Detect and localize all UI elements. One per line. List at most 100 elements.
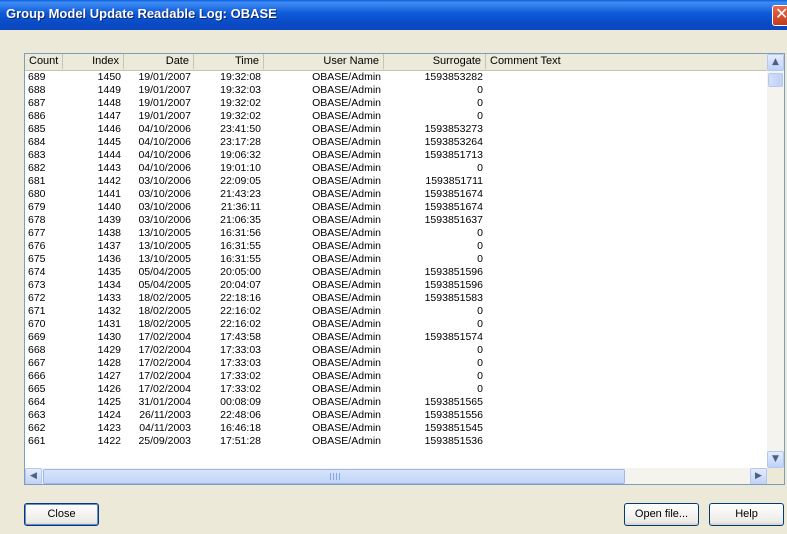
table-row[interactable]: 685 1446 04/10/2006 23:41:50 OBASE/Admin 1593… — [25, 123, 767, 136]
cell-surrogate: 0 — [477, 305, 483, 317]
cell-date: 17/02/2004 — [138, 357, 191, 369]
close-button[interactable]: Close — [24, 503, 99, 526]
cell-user-name: OBASE/Admin — [312, 71, 381, 83]
log-table[interactable]: Count Index Date Time User Name Surrogat… — [24, 53, 785, 485]
table-row[interactable]: 686 1447 19/01/2007 19:32:02 OBASE/Admin 0 — [25, 110, 767, 123]
cell-count: 676 — [28, 240, 46, 252]
cell-date: 13/10/2005 — [138, 240, 191, 252]
open-file-button[interactable]: Open file... — [624, 503, 699, 526]
cell-index: 1436 — [97, 253, 121, 265]
vertical-scroll-thumb[interactable] — [768, 73, 783, 87]
cell-date: 17/02/2004 — [138, 344, 191, 356]
vertical-scrollbar[interactable]: ▲ ▼ — [767, 54, 784, 468]
cell-index: 1444 — [97, 149, 121, 161]
table-row[interactable]: 666 1427 17/02/2004 17:33:02 OBASE/Admin 0 — [25, 370, 767, 383]
cell-time: 17:33:02 — [220, 370, 261, 382]
cell-count: 672 — [28, 292, 46, 304]
cell-user-name: OBASE/Admin — [312, 123, 381, 135]
cell-user-name: OBASE/Admin — [312, 409, 381, 421]
table-row[interactable]: 681 1442 03/10/2006 22:09:05 OBASE/Admin 1593… — [25, 175, 767, 188]
table-row[interactable]: 687 1448 19/01/2007 19:32:02 OBASE/Admin 0 — [25, 97, 767, 110]
cell-date: 03/10/2006 — [138, 214, 191, 226]
window-close-button[interactable]: ✕ — [772, 4, 787, 26]
cell-count: 671 — [28, 305, 46, 317]
table-row[interactable]: 677 1438 13/10/2005 16:31:56 OBASE/Admin 0 — [25, 227, 767, 240]
cell-surrogate: 0 — [477, 84, 483, 96]
table-row[interactable]: 678 1439 03/10/2006 21:06:35 OBASE/Admin 1593… — [25, 214, 767, 227]
table-row[interactable]: 673 1434 05/04/2005 20:04:07 OBASE/Admin 1593… — [25, 279, 767, 292]
cell-comment-text — [486, 201, 767, 214]
table-row[interactable]: 662 1423 04/11/2003 16:46:18 OBASE/Admin 1593… — [25, 422, 767, 435]
table-row[interactable]: 661 1422 25/09/2003 17:51:28 OBASE/Admin 1593… — [25, 435, 767, 448]
close-icon: ✕ — [775, 4, 787, 23]
table-row[interactable]: 676 1437 13/10/2005 16:31:55 OBASE/Admin 0 — [25, 240, 767, 253]
cell-surrogate: 1593851583 — [424, 292, 483, 304]
table-row[interactable]: 671 1432 18/02/2005 22:16:02 OBASE/Admin 0 — [25, 305, 767, 318]
cell-date: 03/10/2006 — [138, 201, 191, 213]
column-header-time[interactable]: Time — [194, 54, 264, 69]
table-row[interactable]: 664 1425 31/01/2004 00:08:09 OBASE/Admin 1593… — [25, 396, 767, 409]
cell-date: 17/02/2004 — [138, 331, 191, 343]
cell-count: 675 — [28, 253, 46, 265]
cell-surrogate: 1593851556 — [424, 409, 483, 421]
cell-index: 1430 — [97, 331, 121, 343]
cell-time: 16:46:18 — [220, 422, 261, 434]
cell-date: 25/09/2003 — [138, 435, 191, 447]
cell-time: 21:36:11 — [220, 201, 261, 213]
column-header-date[interactable]: Date — [124, 54, 194, 69]
table-row[interactable]: 674 1435 05/04/2005 20:05:00 OBASE/Admin 1593… — [25, 266, 767, 279]
column-header-user-name[interactable]: User Name — [264, 54, 384, 69]
scroll-left-button[interactable]: ◀ — [25, 468, 42, 484]
title-bar[interactable]: Group Model Update Readable Log: OBASE ✕ — [0, 0, 787, 30]
cell-comment-text — [486, 253, 767, 266]
table-row[interactable]: 684 1445 04/10/2006 23:17:28 OBASE/Admin 1593… — [25, 136, 767, 149]
column-header-count[interactable]: Count — [25, 54, 63, 69]
cell-comment-text — [486, 71, 767, 84]
table-row[interactable]: 675 1436 13/10/2005 16:31:55 OBASE/Admin 0 — [25, 253, 767, 266]
table-row[interactable]: 680 1441 03/10/2006 21:43:23 OBASE/Admin 1593… — [25, 188, 767, 201]
cell-comment-text — [486, 214, 767, 227]
cell-count: 688 — [28, 84, 46, 96]
scroll-up-button[interactable]: ▲ — [767, 54, 784, 71]
cell-index: 1442 — [97, 175, 121, 187]
horizontal-scroll-thumb[interactable] — [43, 469, 625, 484]
cell-index: 1450 — [97, 71, 121, 83]
table-row[interactable]: 689 1450 19/01/2007 19:32:08 OBASE/Admin 1593… — [25, 71, 767, 84]
horizontal-scrollbar[interactable]: ◀ ▶ — [25, 468, 767, 484]
log-window: Group Model Update Readable Log: OBASE ✕… — [0, 0, 787, 534]
table-row[interactable]: 670 1431 18/02/2005 22:16:02 OBASE/Admin 0 — [25, 318, 767, 331]
cell-user-name: OBASE/Admin — [312, 435, 381, 447]
table-row[interactable]: 668 1429 17/02/2004 17:33:03 OBASE/Admin 0 — [25, 344, 767, 357]
cell-date: 26/11/2003 — [139, 409, 191, 421]
scroll-right-button[interactable]: ▶ — [750, 468, 767, 484]
cell-date: 04/10/2006 — [138, 123, 191, 135]
table-row[interactable]: 667 1428 17/02/2004 17:33:03 OBASE/Admin 0 — [25, 357, 767, 370]
table-row[interactable]: 665 1426 17/02/2004 17:33:02 OBASE/Admin 0 — [25, 383, 767, 396]
column-header-comment-text[interactable]: Comment Text — [486, 54, 767, 69]
column-header-surrogate[interactable]: Surrogate — [384, 54, 486, 69]
cell-comment-text — [486, 370, 767, 383]
cell-comment-text — [486, 188, 767, 201]
cell-user-name: OBASE/Admin — [312, 383, 381, 395]
cell-time: 16:31:56 — [220, 227, 261, 239]
cell-user-name: OBASE/Admin — [312, 149, 381, 161]
column-header-index[interactable]: Index — [63, 54, 124, 69]
scroll-down-button[interactable]: ▼ — [767, 451, 784, 468]
cell-comment-text — [486, 357, 767, 370]
help-button[interactable]: Help — [709, 503, 784, 526]
table-row[interactable]: 683 1444 04/10/2006 19:06:32 OBASE/Admin 1593… — [25, 149, 767, 162]
cell-time: 20:04:07 — [220, 279, 261, 291]
cell-surrogate: 0 — [477, 162, 483, 174]
cell-surrogate: 1593851711 — [425, 175, 483, 187]
table-row[interactable]: 682 1443 04/10/2006 19:01:10 OBASE/Admin 0 — [25, 162, 767, 175]
table-row[interactable]: 688 1449 19/01/2007 19:32:03 OBASE/Admin 0 — [25, 84, 767, 97]
table-row[interactable]: 663 1424 26/11/2003 22:48:06 OBASE/Admin 1593… — [25, 409, 767, 422]
cell-user-name: OBASE/Admin — [312, 253, 381, 265]
table-row[interactable]: 669 1430 17/02/2004 17:43:58 OBASE/Admin 1593… — [25, 331, 767, 344]
cell-user-name: OBASE/Admin — [312, 188, 381, 200]
table-row[interactable]: 679 1440 03/10/2006 21:36:11 OBASE/Admin 1593… — [25, 201, 767, 214]
cell-comment-text — [486, 344, 767, 357]
table-row[interactable]: 672 1433 18/02/2005 22:18:16 OBASE/Admin 1593… — [25, 292, 767, 305]
cell-time: 22:16:02 — [220, 318, 261, 330]
cell-user-name: OBASE/Admin — [312, 162, 381, 174]
